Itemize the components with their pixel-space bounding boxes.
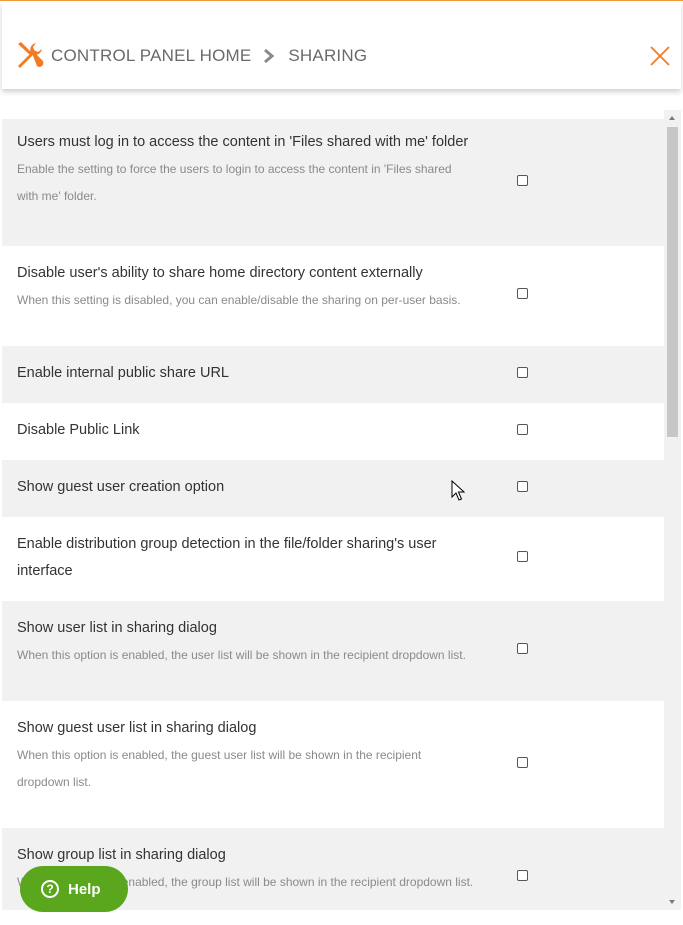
setting-row: Disable user's ability to share home dir…: [2, 246, 664, 346]
setting-checkbox[interactable]: [517, 288, 528, 299]
setting-row: Users must log in to access the content …: [2, 119, 664, 246]
setting-description: dropdown list.: [17, 775, 92, 789]
setting-checkbox[interactable]: [517, 367, 528, 378]
setting-title: Show group list in sharing dialog: [17, 847, 226, 863]
scroll-down-arrow-icon[interactable]: [669, 900, 675, 904]
setting-row: Enable distribution group detection in t…: [2, 517, 664, 601]
question-circle-icon: ?: [41, 880, 59, 898]
setting-row: Show user list in sharing dialog When th…: [2, 601, 664, 701]
setting-title: Disable user's ability to share home dir…: [17, 265, 423, 281]
setting-description: When this setting is disabled, you can e…: [17, 293, 461, 307]
mouse-pointer-icon: [451, 480, 465, 501]
setting-row: Enable internal public share URL: [2, 346, 664, 403]
setting-checkbox[interactable]: [517, 870, 528, 881]
setting-title: interface: [17, 563, 73, 579]
header-bar: CONTROL PANEL HOME SHARING: [2, 1, 681, 89]
setting-title: Enable internal public share URL: [17, 365, 229, 381]
vertical-scrollbar[interactable]: [664, 110, 681, 910]
help-button-label: Help: [68, 880, 101, 898]
setting-row: Show guest user creation option: [2, 460, 664, 517]
tools-icon: [18, 42, 44, 68]
setting-title: Show guest user creation option: [17, 479, 225, 495]
setting-description: Enable the setting to force the users to…: [17, 162, 452, 176]
setting-description: When this option is enabled, the user li…: [17, 648, 466, 662]
close-icon[interactable]: [649, 45, 671, 67]
setting-checkbox[interactable]: [517, 424, 528, 435]
setting-row: Disable Public Link: [2, 403, 664, 460]
setting-title: Enable distribution group detection in t…: [17, 536, 437, 552]
setting-row: Show guest user list in sharing dialog W…: [2, 701, 664, 828]
setting-description: with me' folder.: [17, 189, 97, 203]
settings-list: Users must log in to access the content …: [2, 110, 664, 910]
setting-checkbox[interactable]: [517, 757, 528, 768]
setting-title: Show user list in sharing dialog: [17, 620, 217, 636]
chevron-right-icon: [264, 49, 275, 63]
setting-title: Users must log in to access the content …: [17, 134, 469, 150]
breadcrumb: CONTROL PANEL HOME SHARING: [51, 45, 367, 67]
breadcrumb-current: SHARING: [288, 46, 368, 65]
breadcrumb-home-link[interactable]: CONTROL PANEL HOME: [51, 46, 251, 66]
setting-title: Show guest user list in sharing dialog: [17, 720, 257, 736]
control-panel-window: CONTROL PANEL HOME SHARING Users must lo…: [0, 0, 683, 925]
setting-checkbox[interactable]: [517, 175, 528, 186]
setting-checkbox[interactable]: [517, 643, 528, 654]
setting-title: Disable Public Link: [17, 422, 140, 438]
setting-checkbox[interactable]: [517, 481, 528, 492]
help-button[interactable]: ? Help: [20, 866, 128, 912]
setting-description: When this option is enabled, the guest u…: [17, 748, 422, 762]
scroll-up-arrow-icon[interactable]: [669, 116, 675, 120]
scrollbar-thumb[interactable]: [667, 127, 678, 437]
setting-checkbox[interactable]: [517, 551, 528, 562]
